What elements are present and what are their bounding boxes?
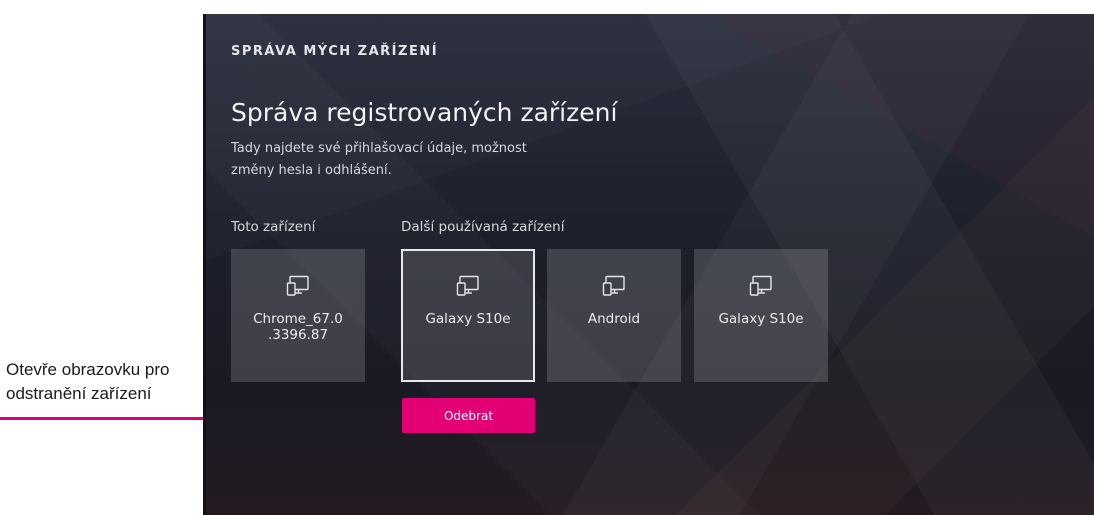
this-device-label: Toto zařízení <box>231 219 316 235</box>
device-management-screen: SPRÁVA MÝCH ZAŘÍZENÍ Správa registrovaný… <box>203 14 1094 515</box>
devices-icon <box>456 275 479 296</box>
devices-icon <box>749 275 772 296</box>
device-card-chrome[interactable]: Chrome_67.0 .3396.87 <box>231 249 365 382</box>
page-title: Správa registrovaných zařízení <box>231 98 618 127</box>
device-name: Galaxy S10e <box>718 311 804 327</box>
device-name: Android <box>587 311 641 327</box>
device-card-galaxy-s10e[interactable]: Galaxy S10e <box>694 249 828 382</box>
section-title: SPRÁVA MÝCH ZAŘÍZENÍ <box>231 44 439 59</box>
remove-device-button[interactable]: Odebrat <box>402 398 535 433</box>
other-devices-label: Další používaná zařízení <box>401 219 565 235</box>
device-card-galaxy-s10e-selected[interactable]: Galaxy S10e <box>401 249 535 382</box>
devices-icon <box>602 275 625 296</box>
annotation-text: Otevře obrazovku pro odstranění zařízení <box>6 360 170 403</box>
page-description: Tady najdete své přihlašovací údaje, mož… <box>231 141 527 178</box>
device-name: Galaxy S10e <box>425 311 511 327</box>
devices-icon <box>286 275 309 296</box>
device-name: Chrome_67.0 .3396.87 <box>253 311 343 343</box>
device-card-android[interactable]: Android <box>547 249 681 382</box>
